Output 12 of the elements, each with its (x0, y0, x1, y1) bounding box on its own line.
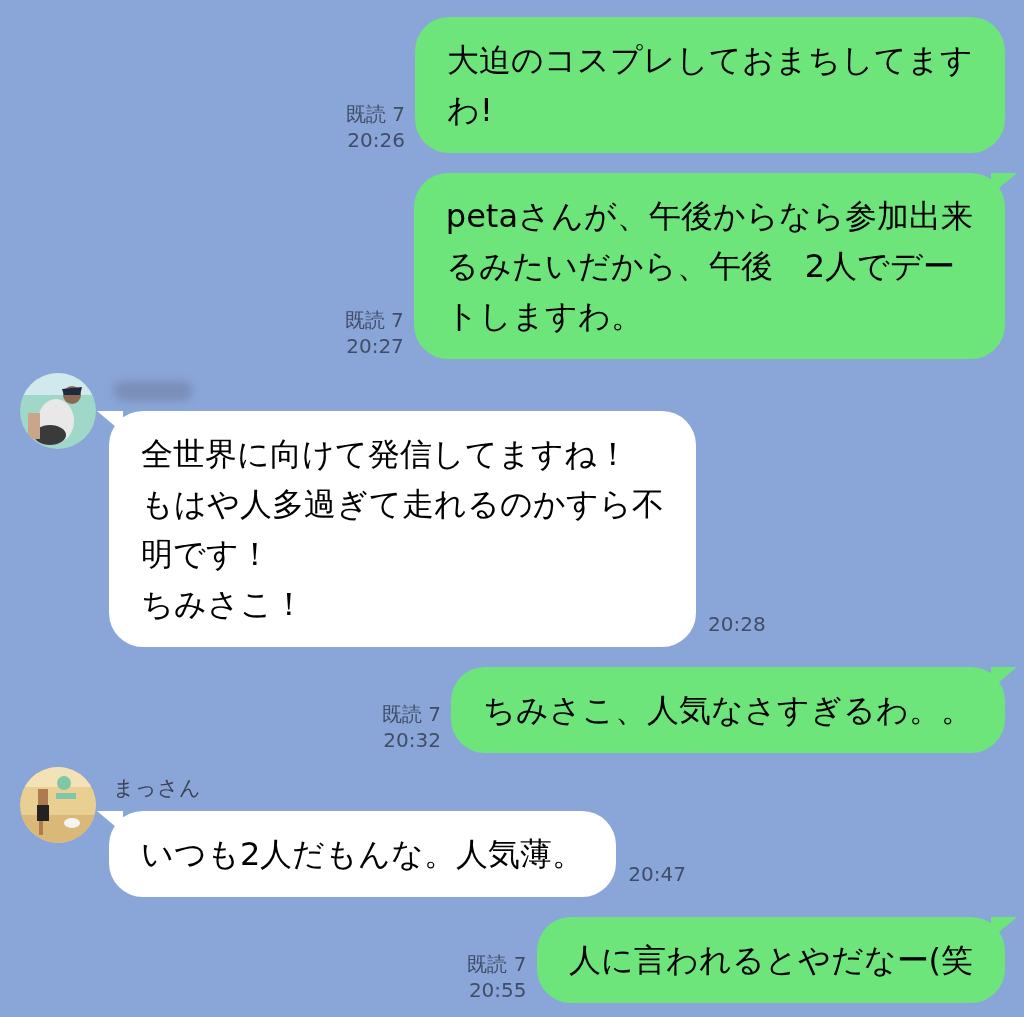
message-bubble: 大迫のコスプレしておまちしてます わ! (415, 17, 1005, 153)
message-time: 20:28 (708, 611, 766, 637)
read-receipt: 既読 7 (467, 951, 527, 977)
message-time: 20:47 (628, 861, 686, 887)
sender-name: まっさん (113, 775, 202, 801)
message-time: 20:26 (347, 127, 405, 153)
message-time: 20:32 (383, 727, 441, 753)
read-receipt: 既読 7 (344, 307, 404, 333)
read-receipt: 既読 7 (345, 101, 405, 127)
message-time: 20:55 (468, 977, 527, 1003)
read-receipt: 既読 7 (381, 701, 441, 727)
message-time: 20:27 (346, 333, 404, 359)
